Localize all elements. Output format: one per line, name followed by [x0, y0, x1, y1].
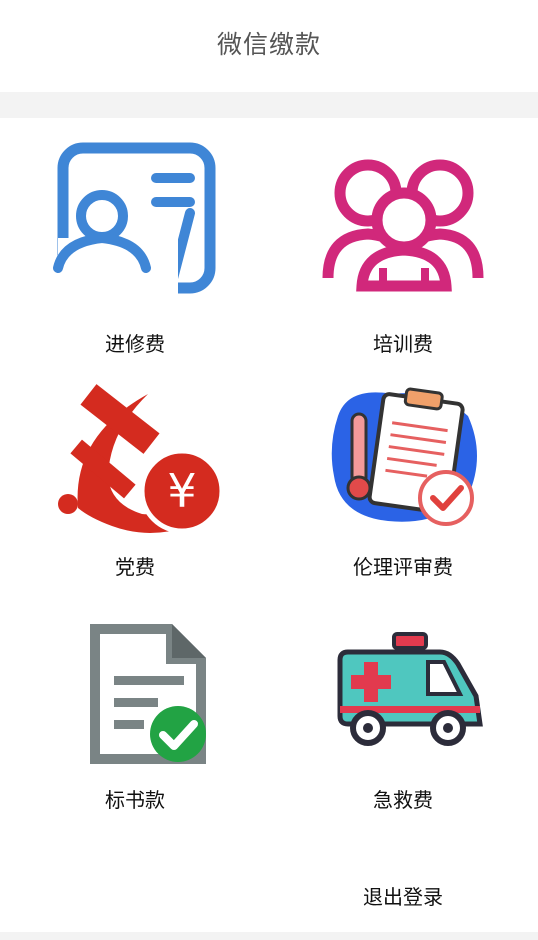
group-people-icon [303, 138, 503, 298]
tile-label: 培训费 [373, 332, 433, 356]
tile-emergency-fee[interactable]: 急救费 [303, 616, 503, 816]
person-card-icon [35, 138, 235, 298]
svg-text:¥: ¥ [167, 464, 196, 518]
tile-label: 伦理评审费 [353, 555, 453, 579]
tile-label: 党费 [115, 555, 155, 579]
tile-label: 进修费 [105, 332, 165, 356]
document-check-icon [35, 616, 235, 776]
hammer-sickle-yen-icon: ¥ [35, 376, 235, 536]
tile-ethics-review-fee[interactable]: 伦理评审费 [303, 376, 503, 579]
page-title: 微信缴款 [216, 30, 321, 59]
app-header: 微信缴款 [0, 0, 538, 92]
header-divider [0, 92, 538, 118]
tile-tender-fee[interactable]: 标书款 [35, 616, 235, 816]
clipboard-thermometer-check-icon [303, 376, 503, 536]
tile-advanced-study-fee[interactable]: 进修费 [35, 138, 235, 356]
ambulance-icon [303, 616, 503, 776]
logout-button[interactable]: 退出登录 [343, 881, 463, 910]
tile-label: 急救费 [373, 788, 433, 812]
tile-party-dues[interactable]: ¥ 党费 [35, 376, 235, 579]
bottom-divider [0, 932, 538, 940]
tile-label: 标书款 [105, 788, 165, 812]
tile-training-fee[interactable]: 培训费 [303, 138, 503, 356]
